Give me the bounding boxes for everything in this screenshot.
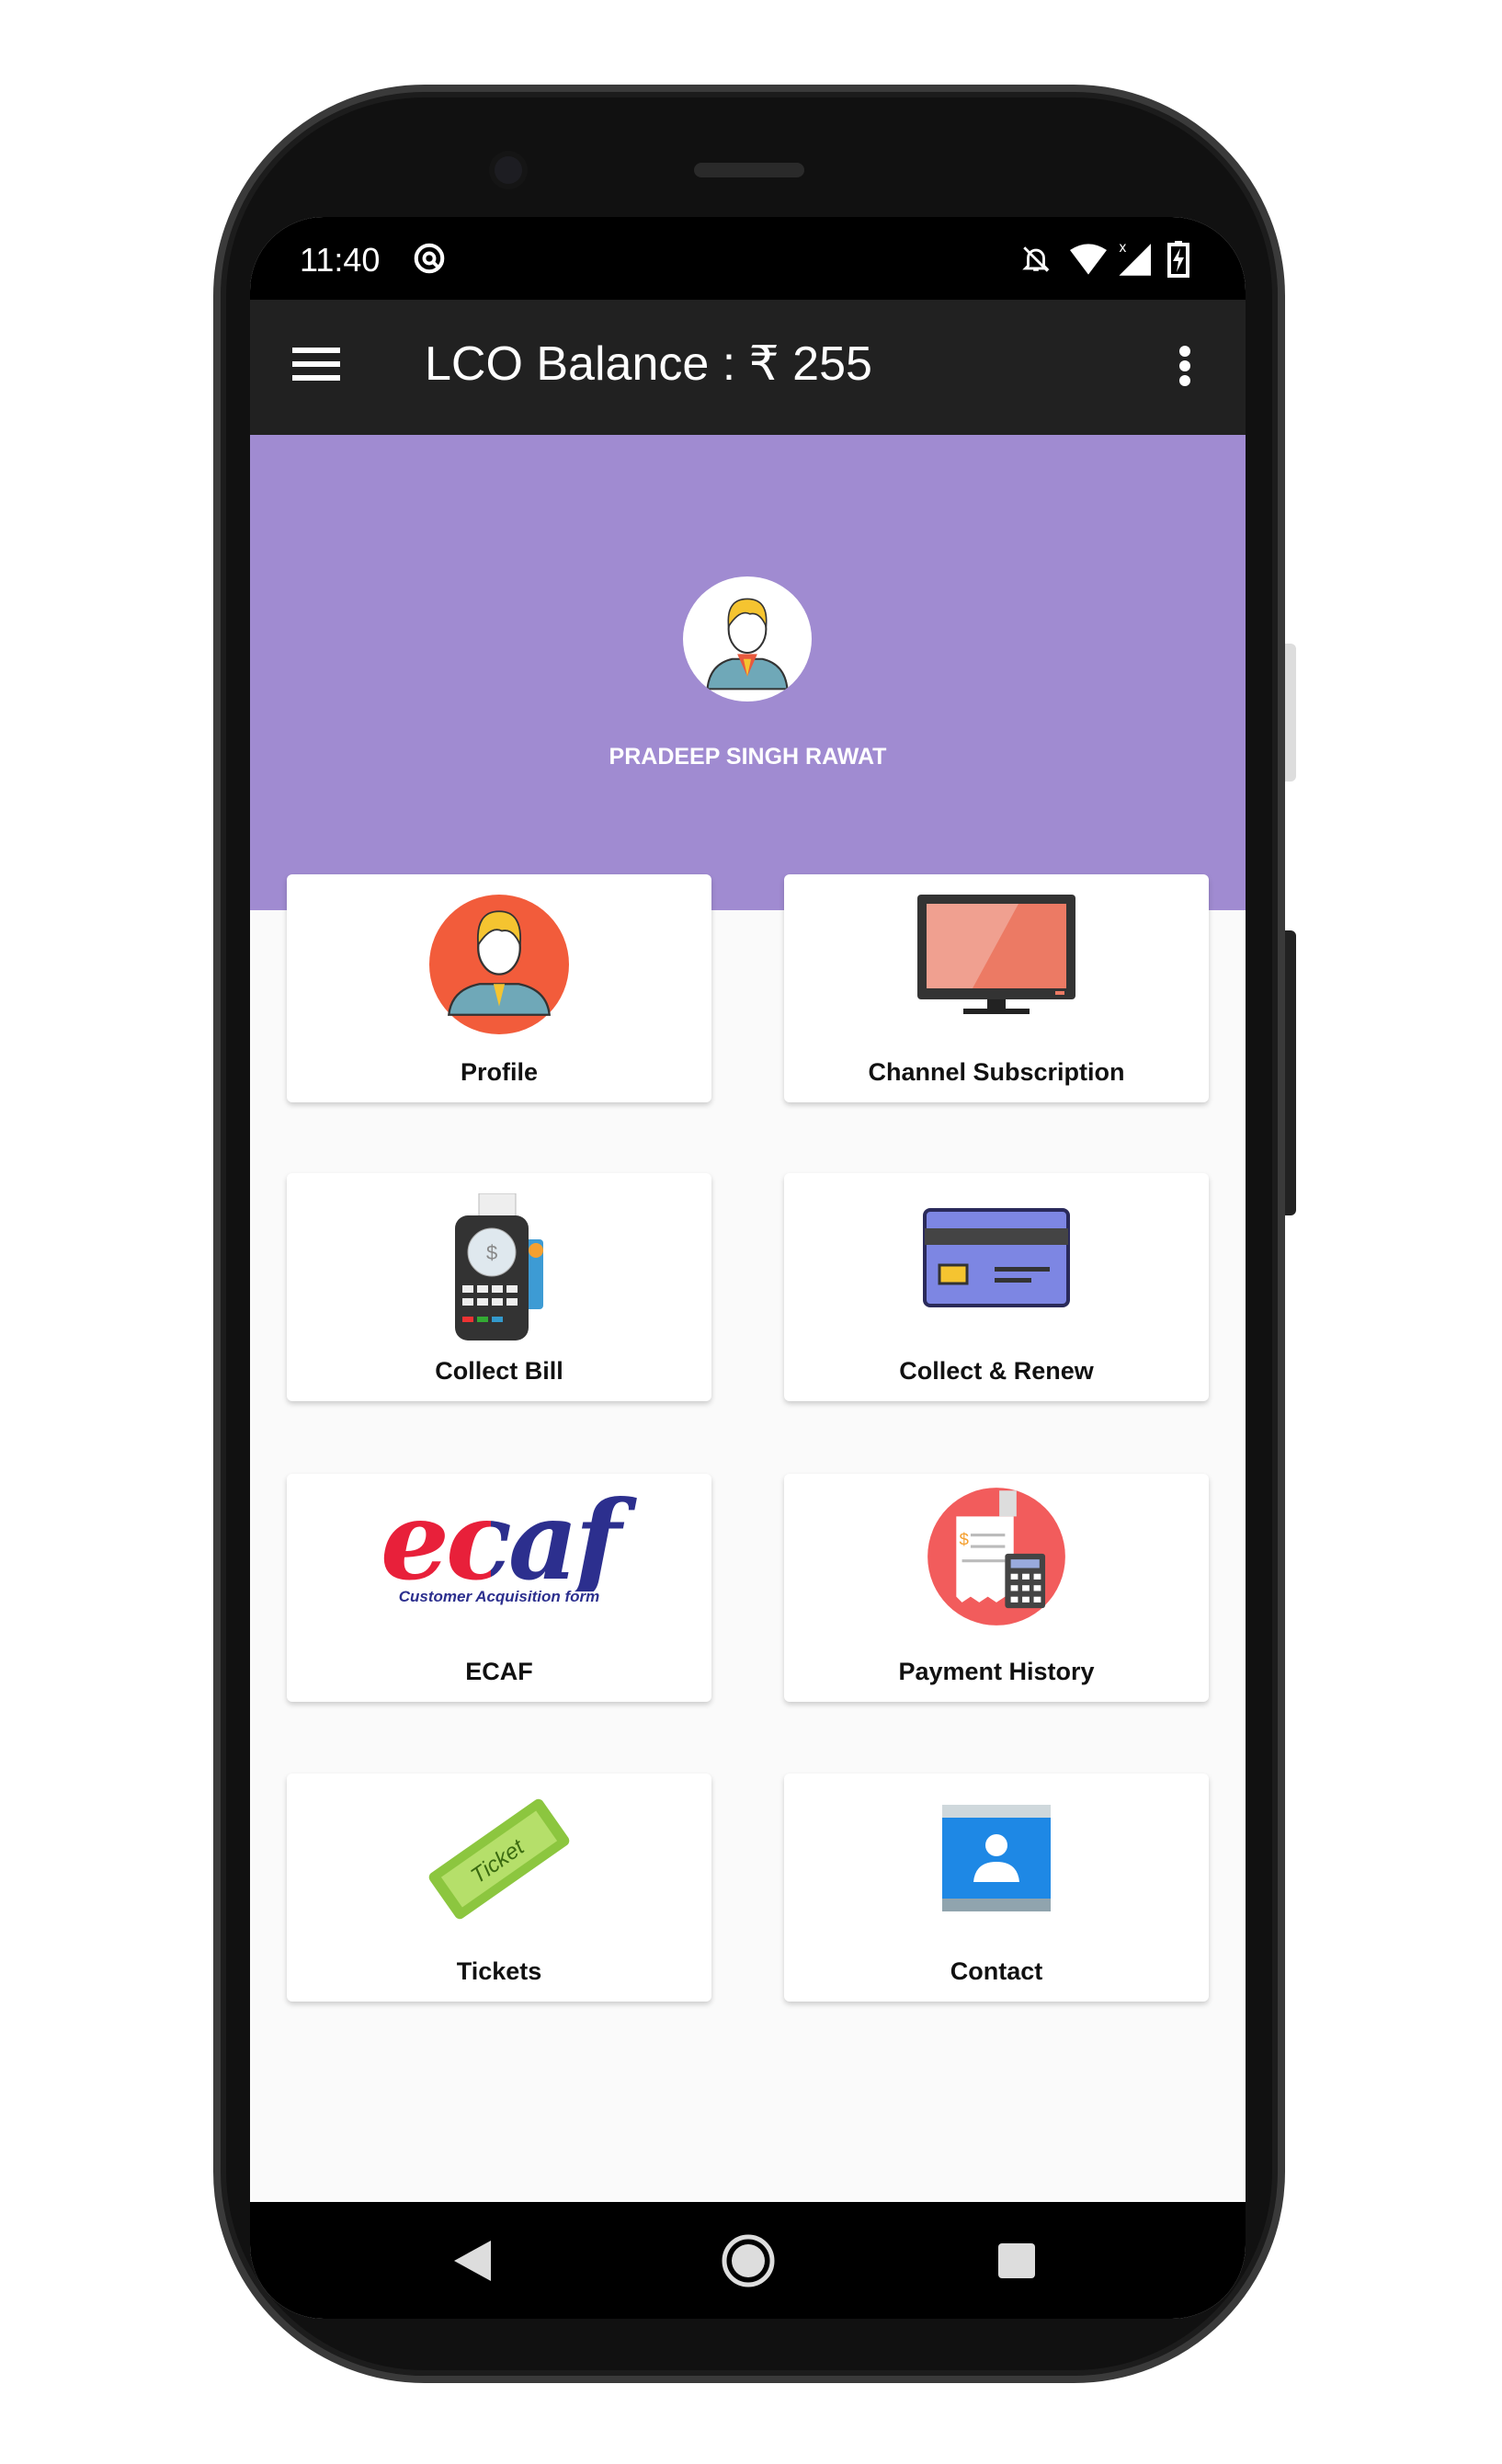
tile-tickets[interactable]: Ticket Tickets bbox=[287, 1774, 711, 2002]
contact-card-icon bbox=[942, 1805, 1051, 1911]
battery-charging-icon bbox=[1167, 241, 1189, 278]
avatar[interactable] bbox=[683, 576, 812, 702]
credit-card-icon bbox=[923, 1208, 1070, 1307]
tile-label: Payment History bbox=[898, 1658, 1095, 1685]
navigation-bar bbox=[250, 2202, 1246, 2319]
hamburger-icon[interactable] bbox=[292, 346, 340, 382]
signal-icon: x bbox=[1119, 240, 1151, 276]
tile-collect-renew[interactable]: Collect & Renew bbox=[784, 1173, 1209, 1401]
home-icon[interactable] bbox=[721, 2233, 776, 2288]
svg-text:x: x bbox=[1119, 240, 1126, 256]
receipt-calculator-icon: $ bbox=[927, 1488, 1065, 1626]
tile-payment-history[interactable]: $ Payment History bbox=[784, 1474, 1209, 1702]
status-bar: 11:40 x bbox=[250, 217, 1246, 300]
bell-off-icon bbox=[1022, 246, 1050, 272]
wifi-icon bbox=[1070, 244, 1107, 275]
page-title: LCO Balance : ₹ 255 bbox=[425, 337, 872, 391]
tile-label: Collect & Renew bbox=[899, 1357, 1094, 1385]
tv-icon bbox=[917, 895, 1075, 1014]
tile-label: Contact bbox=[950, 1957, 1043, 1985]
tile-contact[interactable]: Contact bbox=[784, 1774, 1209, 2002]
tile-channel-subscription[interactable]: Channel Subscription bbox=[784, 874, 1209, 1102]
tile-label: Collect Bill bbox=[435, 1357, 563, 1385]
tile-label: ECAF bbox=[465, 1658, 533, 1685]
user-name: PRADEEP SINGH RAWAT bbox=[609, 744, 887, 770]
screen: 11:40 x LCO Balance : ₹ 255 PRADEEP SING… bbox=[250, 217, 1246, 2319]
recents-icon[interactable] bbox=[998, 2243, 1035, 2278]
svg-text:$: $ bbox=[486, 1241, 497, 1264]
svg-text:$: $ bbox=[959, 1530, 969, 1549]
ticket-icon: Ticket bbox=[428, 1798, 570, 1920]
front-camera bbox=[495, 156, 522, 184]
back-icon[interactable] bbox=[454, 2241, 491, 2281]
volume-button bbox=[1285, 930, 1296, 1215]
at-sign-icon bbox=[414, 243, 445, 274]
ecaf-logo: ecaf Customer Acquisition form bbox=[287, 1487, 711, 1606]
tile-label: Tickets bbox=[456, 1957, 542, 1985]
tile-collect-bill[interactable]: $ Collect Bill bbox=[287, 1173, 711, 1401]
tile-profile[interactable]: Profile bbox=[287, 874, 711, 1102]
card-terminal-icon: $ bbox=[455, 1193, 543, 1340]
profile-icon bbox=[429, 895, 569, 1034]
app-bar: LCO Balance : ₹ 255 bbox=[250, 300, 1246, 435]
profile-header: PRADEEP SINGH RAWAT bbox=[250, 435, 1246, 910]
tile-label: Profile bbox=[460, 1058, 539, 1086]
more-vert-icon[interactable] bbox=[1178, 346, 1191, 386]
earpiece-speaker bbox=[694, 163, 804, 177]
tile-label: Channel Subscription bbox=[868, 1058, 1125, 1086]
status-time: 11:40 bbox=[300, 241, 381, 279]
power-button bbox=[1285, 644, 1296, 781]
tile-ecaf[interactable]: ecaf Customer Acquisition form ECAF bbox=[287, 1474, 711, 1702]
